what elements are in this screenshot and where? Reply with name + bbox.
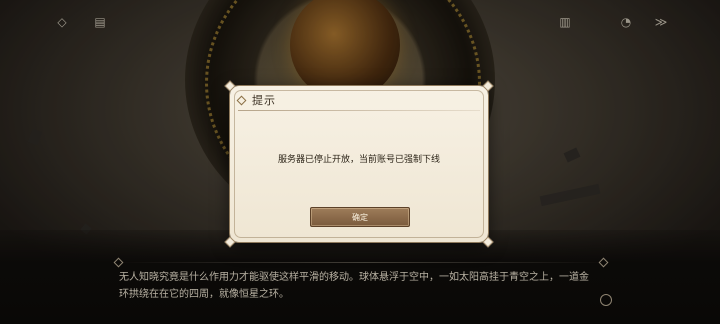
- notice-dialog: 提示 服务器已停止开放，当前账号已强制下线 确定: [224, 80, 494, 248]
- diamond-icon: [236, 95, 247, 105]
- dialog-header: 提示: [236, 92, 276, 108]
- dialog-title: 提示: [252, 94, 276, 107]
- dialog-message: 服务器已停止开放，当前账号已强制下线: [277, 155, 440, 165]
- dialog-divider: [238, 110, 480, 111]
- confirm-button[interactable]: 确定: [310, 207, 410, 227]
